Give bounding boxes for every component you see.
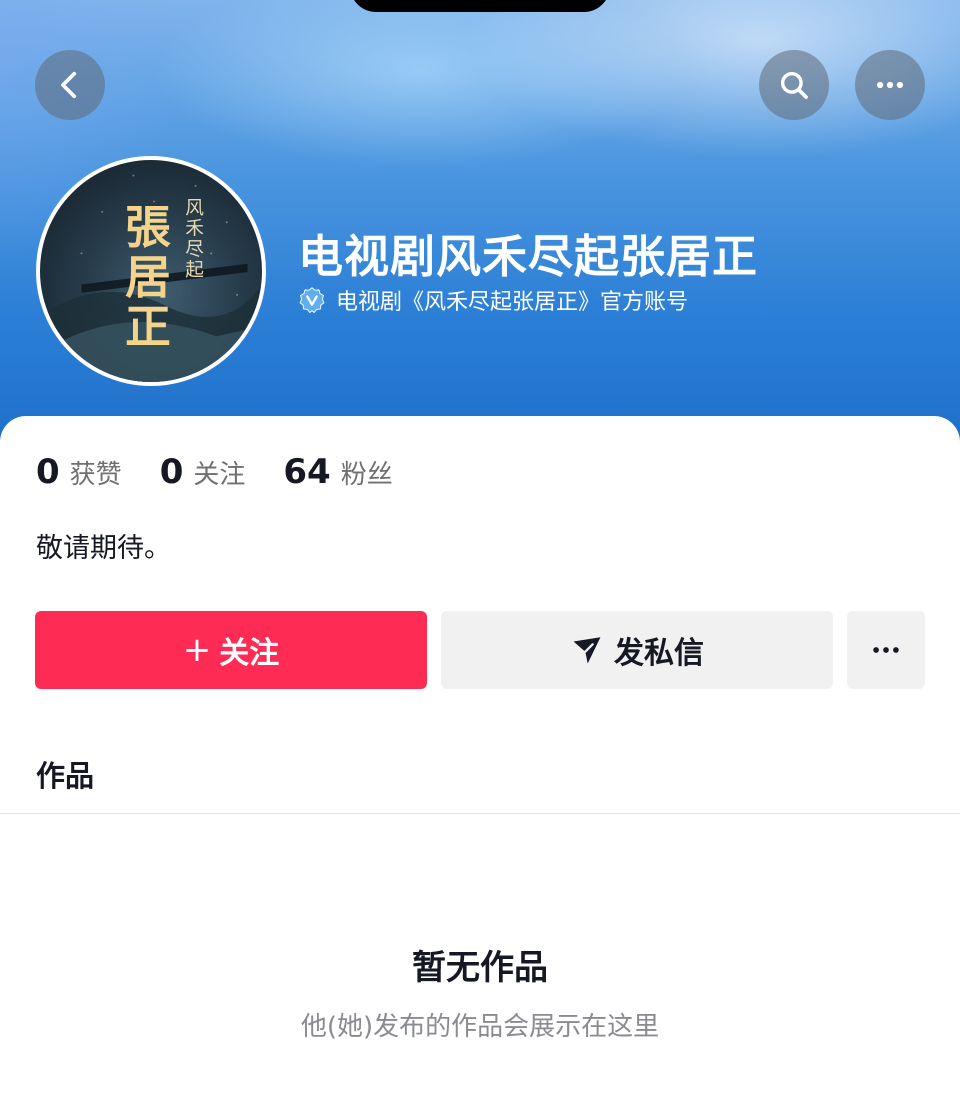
profile-name: 电视剧风禾尽起张居正	[298, 230, 759, 283]
more-horizontal-icon	[873, 647, 899, 653]
avatar-small-char-4: 起	[185, 260, 204, 281]
send-icon	[573, 637, 601, 664]
avatar-big-char-1: 張	[125, 202, 171, 253]
stat-likes[interactable]: 0 获赞	[36, 452, 122, 492]
avatar-poster-image: 风 禾 尽 起 張 居 正	[40, 174, 262, 382]
avatar-big-char-2: 居	[125, 252, 171, 303]
verified-badge-icon	[299, 287, 325, 314]
stat-followers[interactable]: 64 粉丝	[283, 452, 392, 492]
profile-content-panel	[0, 416, 960, 1098]
stat-following-value: 0	[159, 452, 184, 492]
tab-works[interactable]: 作品	[36, 753, 94, 795]
message-button[interactable]: 发私信	[441, 611, 833, 689]
divider	[0, 813, 960, 814]
profile-stats: 0 获赞 0 关注 64 粉丝	[36, 452, 431, 492]
empty-state-subtitle: 他(她)发布的作品会展示在这里	[300, 1012, 660, 1042]
search-button[interactable]	[759, 50, 829, 120]
avatar[interactable]: 风 禾 尽 起 張 居 正	[36, 156, 266, 386]
stat-following-label: 关注	[193, 460, 246, 490]
stat-likes-label: 获赞	[69, 460, 122, 490]
chevron-left-icon	[61, 71, 77, 99]
profile-bio: 敬请期待。	[36, 533, 171, 564]
verification-text: 电视剧《风禾尽起张居正》官方账号	[336, 290, 689, 315]
verification-row: 电视剧《风禾尽起张居正》官方账号	[298, 284, 688, 316]
stat-followers-label: 粉丝	[340, 460, 393, 490]
search-icon	[780, 71, 808, 99]
avatar-small-char-3: 尽	[185, 239, 204, 260]
stat-following[interactable]: 0 关注	[160, 452, 246, 492]
follow-button-label: 关注	[219, 636, 280, 671]
avatar-small-char-2: 禾	[185, 219, 204, 240]
follow-button[interactable]: + 关注	[35, 611, 427, 689]
more-horizontal-icon	[876, 81, 904, 89]
plus-icon: +	[182, 630, 212, 670]
avatar-small-char-1: 风	[185, 198, 204, 219]
profile-more-button[interactable]	[847, 611, 925, 689]
stat-followers-value: 64	[283, 452, 331, 492]
empty-state-title: 暂无作品	[412, 948, 548, 988]
more-options-button[interactable]	[855, 50, 925, 120]
message-button-label: 发私信	[614, 636, 704, 671]
avatar-big-char-3: 正	[125, 302, 171, 353]
back-button[interactable]	[35, 50, 105, 120]
device-notch	[350, 0, 610, 12]
stat-likes-value: 0	[36, 452, 60, 492]
